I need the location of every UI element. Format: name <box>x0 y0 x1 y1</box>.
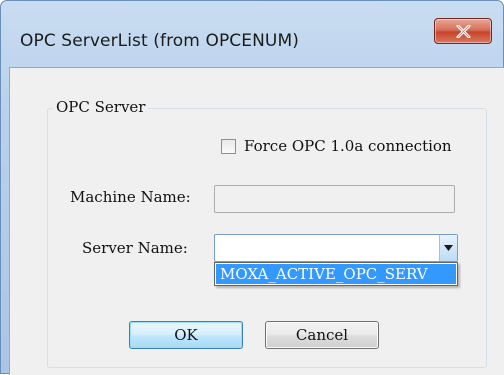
chevron-down-icon <box>444 245 453 251</box>
force-opc-label[interactable]: Force OPC 1.0a connection <box>244 137 452 155</box>
dialog-window: OPC ServerList (from OPCENUM) OPC Server… <box>0 0 504 375</box>
ok-button[interactable]: OK <box>129 321 243 349</box>
combobox-dropdown-button[interactable] <box>439 235 457 261</box>
close-x-icon <box>456 25 471 38</box>
server-name-label: Server Name: <box>82 239 188 257</box>
force-opc-checkbox[interactable] <box>221 139 236 154</box>
machine-name-label: Machine Name: <box>70 188 191 206</box>
window-title: OPC ServerList (from OPCENUM) <box>20 31 299 51</box>
groupbox-label: OPC Server <box>53 98 149 116</box>
close-button[interactable] <box>434 18 492 44</box>
cancel-button[interactable]: Cancel <box>265 321 379 349</box>
title-bar[interactable]: OPC ServerList (from OPCENUM) <box>1 1 504 59</box>
server-dropdown-list: MOXA_ACTIVE_OPC_SERV <box>214 262 458 286</box>
server-name-combobox[interactable] <box>214 234 458 262</box>
list-item[interactable]: MOXA_ACTIVE_OPC_SERV <box>216 264 456 284</box>
machine-name-field <box>214 185 455 213</box>
dialog-client-area: OPC Server Force OPC 1.0a connection Mac… <box>9 67 504 375</box>
